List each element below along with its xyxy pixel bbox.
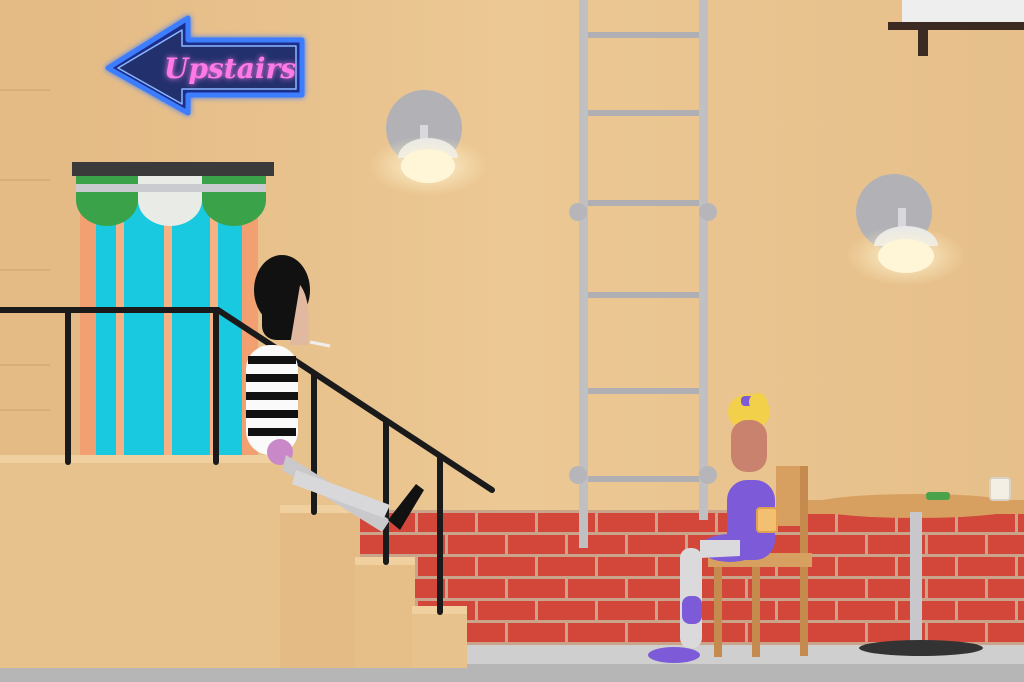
scene: Upstairs xyxy=(0,0,1024,682)
neon-sign-text: Upstairs xyxy=(164,52,296,85)
awning xyxy=(72,162,274,226)
left-wall-blocks xyxy=(0,0,50,460)
